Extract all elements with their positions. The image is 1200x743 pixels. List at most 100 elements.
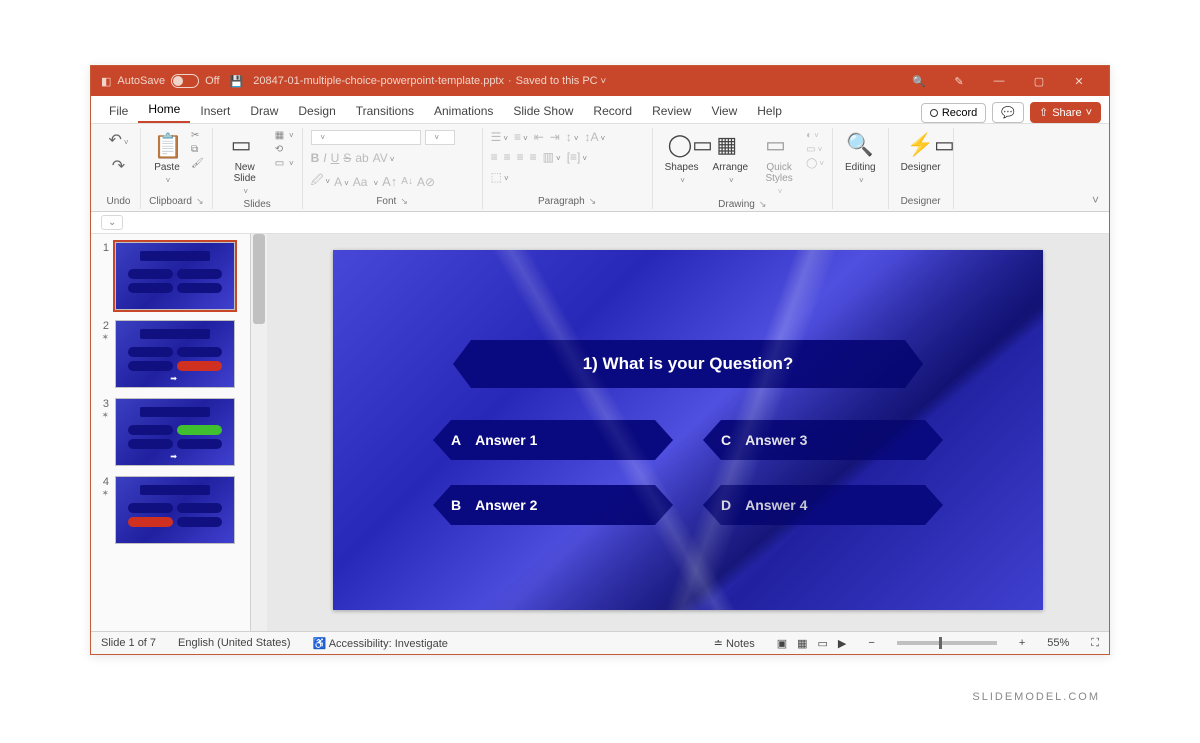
language-status[interactable]: English (United States): [178, 637, 291, 649]
tab-file[interactable]: File: [99, 99, 138, 123]
numbering-button[interactable]: ≡: [514, 130, 528, 144]
shadow-button[interactable]: ab: [355, 151, 368, 165]
drawing-launcher-icon[interactable]: ↘: [759, 199, 767, 210]
italic-button[interactable]: I: [323, 151, 326, 165]
sorter-view-icon[interactable]: ▦: [797, 637, 807, 650]
slide-canvas[interactable]: 1) What is your Question? A Answer 1 C A…: [333, 250, 1043, 610]
tab-slideshow[interactable]: Slide Show: [503, 99, 583, 123]
paragraph-launcher-icon[interactable]: ↘: [589, 196, 597, 207]
font-size-dropdown[interactable]: [425, 130, 455, 145]
clear-format-button[interactable]: A⊘: [417, 175, 435, 189]
paste-button[interactable]: 📋 Paste: [149, 130, 185, 188]
format-painter-icon[interactable]: 🖌: [191, 158, 204, 169]
reset-icon[interactable]: ⟲: [275, 144, 294, 155]
zoom-percent[interactable]: 55%: [1047, 637, 1069, 649]
shape-effects-button[interactable]: ◯: [806, 158, 824, 169]
arrange-button[interactable]: ▦Arrange: [709, 130, 753, 188]
indent-dec-button[interactable]: ⇤: [534, 130, 544, 144]
normal-view-icon[interactable]: ▣: [777, 637, 787, 650]
search-icon[interactable]: 🔍: [899, 66, 939, 96]
autosave-toggle[interactable]: AutoSave Off: [117, 74, 219, 88]
editing-button[interactable]: 🔍Editing: [841, 130, 880, 188]
comments-button[interactable]: 💬: [992, 102, 1024, 123]
scrollbar-handle[interactable]: [253, 234, 265, 324]
change-case-button[interactable]: Aa: [353, 175, 368, 189]
columns-button[interactable]: ▥: [543, 150, 561, 164]
tab-transitions[interactable]: Transitions: [346, 99, 424, 123]
align-text-button[interactable]: [≡]: [567, 150, 587, 164]
slide-thumbnail-2[interactable]: ➡: [115, 320, 235, 388]
align-center-button[interactable]: ≡: [504, 150, 511, 164]
slide-thumbnail-3[interactable]: ➡: [115, 398, 235, 466]
notes-toggle[interactable]: ≐ Notes: [714, 637, 755, 650]
designer-button[interactable]: ⚡▭Designer: [897, 130, 945, 175]
filename[interactable]: 20847-01-multiple-choice-powerpoint-temp…: [253, 75, 504, 87]
font-color-button[interactable]: 🖉: [311, 171, 330, 192]
account-icon[interactable]: ✎: [939, 66, 979, 96]
tab-review[interactable]: Review: [642, 99, 701, 123]
zoom-slider[interactable]: [897, 641, 997, 645]
slide-thumbnail-4[interactable]: [115, 476, 235, 544]
section-icon[interactable]: ▭: [275, 158, 294, 169]
redo-icon[interactable]: ↷: [112, 156, 125, 176]
line-spacing-button[interactable]: ↕: [566, 130, 579, 144]
tab-design[interactable]: Design: [288, 99, 345, 123]
font-name-dropdown[interactable]: [311, 130, 421, 145]
bold-button[interactable]: B: [311, 151, 320, 165]
grow-font-button[interactable]: A↑: [382, 174, 397, 189]
highlight-button[interactable]: A: [334, 175, 349, 189]
new-slide-button[interactable]: ▭ New Slide: [221, 130, 269, 199]
quick-styles-button[interactable]: ▭Quick Styles: [758, 130, 800, 199]
underline-button[interactable]: U: [331, 151, 340, 165]
tab-animations[interactable]: Animations: [424, 99, 503, 123]
thumbnail-item[interactable]: 4✶: [97, 476, 244, 544]
tab-record[interactable]: Record: [583, 99, 642, 123]
maximize-button[interactable]: ▢: [1019, 66, 1059, 96]
slide-counter[interactable]: Slide 1 of 7: [101, 637, 156, 649]
shape-fill-button[interactable]: ◐: [806, 130, 824, 141]
share-button[interactable]: ⇧ Share ˅: [1030, 102, 1101, 123]
font-launcher-icon[interactable]: ↘: [400, 196, 408, 207]
slideshow-view-icon[interactable]: ▶: [838, 637, 846, 650]
clipboard-launcher-icon[interactable]: ↘: [196, 196, 204, 207]
char-spacing-button[interactable]: AV: [373, 151, 395, 165]
save-icon[interactable]: 💾: [230, 75, 244, 88]
zoom-knob[interactable]: [939, 637, 942, 649]
thumbnail-item[interactable]: 1: [97, 242, 244, 310]
zoom-out-button[interactable]: −: [868, 637, 874, 649]
thumbnail-item[interactable]: 2✶ ➡: [97, 320, 244, 388]
record-button[interactable]: Record: [921, 103, 986, 123]
question-box[interactable]: 1) What is your Question?: [453, 340, 923, 388]
bullets-button[interactable]: ☰: [491, 130, 508, 144]
thumbnail-item[interactable]: 3✶ ➡: [97, 398, 244, 466]
answer-d-box[interactable]: D Answer 4: [703, 485, 943, 525]
slide-thumbnail-1[interactable]: [115, 242, 235, 310]
tab-view[interactable]: View: [701, 99, 747, 123]
align-right-button[interactable]: ≡: [517, 150, 524, 164]
tab-home[interactable]: Home: [138, 97, 190, 123]
fit-to-window-icon[interactable]: ⛶: [1091, 637, 1099, 650]
collapse-ribbon-icon[interactable]: ˅: [1092, 193, 1099, 207]
tab-draw[interactable]: Draw: [240, 99, 288, 123]
reading-view-icon[interactable]: ▭: [818, 637, 828, 650]
zoom-in-button[interactable]: +: [1019, 637, 1025, 649]
saved-status[interactable]: Saved to this PC: [516, 75, 607, 87]
answer-c-box[interactable]: C Answer 3: [703, 420, 943, 460]
shape-outline-button[interactable]: ▭: [806, 144, 824, 155]
undo-icon[interactable]: ↶: [108, 130, 128, 150]
shrink-font-button[interactable]: A↓: [401, 176, 413, 187]
answer-b-box[interactable]: B Answer 2: [433, 485, 673, 525]
answer-a-box[interactable]: A Answer 1: [433, 420, 673, 460]
cut-icon[interactable]: ✂: [191, 130, 204, 141]
smartart-button[interactable]: ⬚: [491, 170, 509, 184]
minimize-button[interactable]: —: [979, 66, 1019, 96]
align-left-button[interactable]: ≡: [491, 150, 498, 164]
tab-help[interactable]: Help: [747, 99, 792, 123]
text-direction-button[interactable]: ↕A: [585, 130, 606, 144]
layout-icon[interactable]: ▦: [275, 130, 294, 141]
qat-customize-dropdown[interactable]: ⌄: [101, 215, 123, 230]
thumbnail-scrollbar[interactable]: [251, 234, 267, 631]
shapes-button[interactable]: ◯▭Shapes: [661, 130, 703, 188]
accessibility-status[interactable]: ♿ Accessibility: Investigate: [313, 637, 448, 650]
copy-icon[interactable]: ⧉: [191, 144, 204, 155]
